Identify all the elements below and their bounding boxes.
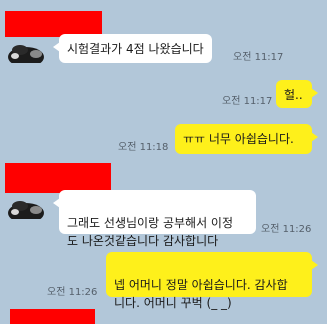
message-text: 헐.. bbox=[284, 88, 303, 102]
message-bubble-incoming[interactable]: 시험결과가 4점 나왔습니다 bbox=[53, 34, 212, 63]
message-bubble-outgoing[interactable]: 넵 어머니 정말 아쉽습니다. 감사합 니다. 어머니 꾸벅 (_ _) bbox=[106, 252, 318, 310]
message-timestamp: 오전 11:26 bbox=[47, 287, 98, 298]
message-timestamp: 오전 11:26 bbox=[261, 224, 312, 235]
avatar-image bbox=[6, 193, 48, 219]
sender-avatar[interactable] bbox=[6, 193, 48, 219]
message-text: 넵 어머니 정말 아쉽습니다. 감사합 니다. 어머니 꾸벅 (_ _) bbox=[114, 278, 288, 310]
message-timestamp: 오전 11:18 bbox=[118, 142, 169, 153]
avatar-image bbox=[6, 37, 48, 63]
message-text: 시험결과가 4점 나왔습니다 bbox=[67, 42, 204, 56]
message-bubble-outgoing[interactable]: 헐.. bbox=[276, 80, 318, 108]
redacted-sender-name bbox=[10, 309, 95, 324]
message-timestamp: 오전 11:17 bbox=[222, 96, 273, 107]
message-timestamp: 오전 11:17 bbox=[233, 52, 284, 63]
message-bubble-outgoing[interactable]: ㅠㅠ 너무 아쉽습니다. bbox=[175, 124, 318, 154]
redacted-sender-name bbox=[5, 163, 111, 193]
sender-avatar[interactable] bbox=[6, 37, 48, 63]
message-bubble-incoming[interactable]: 그래도 선생님이랑 공부해서 이정 도 나온것같습니다 감사합니다 bbox=[53, 190, 256, 248]
message-text: ㅠㅠ 너무 아쉽습니다. bbox=[183, 132, 294, 146]
message-text: 그래도 선생님이랑 공부해서 이정 도 나온것같습니다 감사합니다 bbox=[67, 216, 234, 248]
